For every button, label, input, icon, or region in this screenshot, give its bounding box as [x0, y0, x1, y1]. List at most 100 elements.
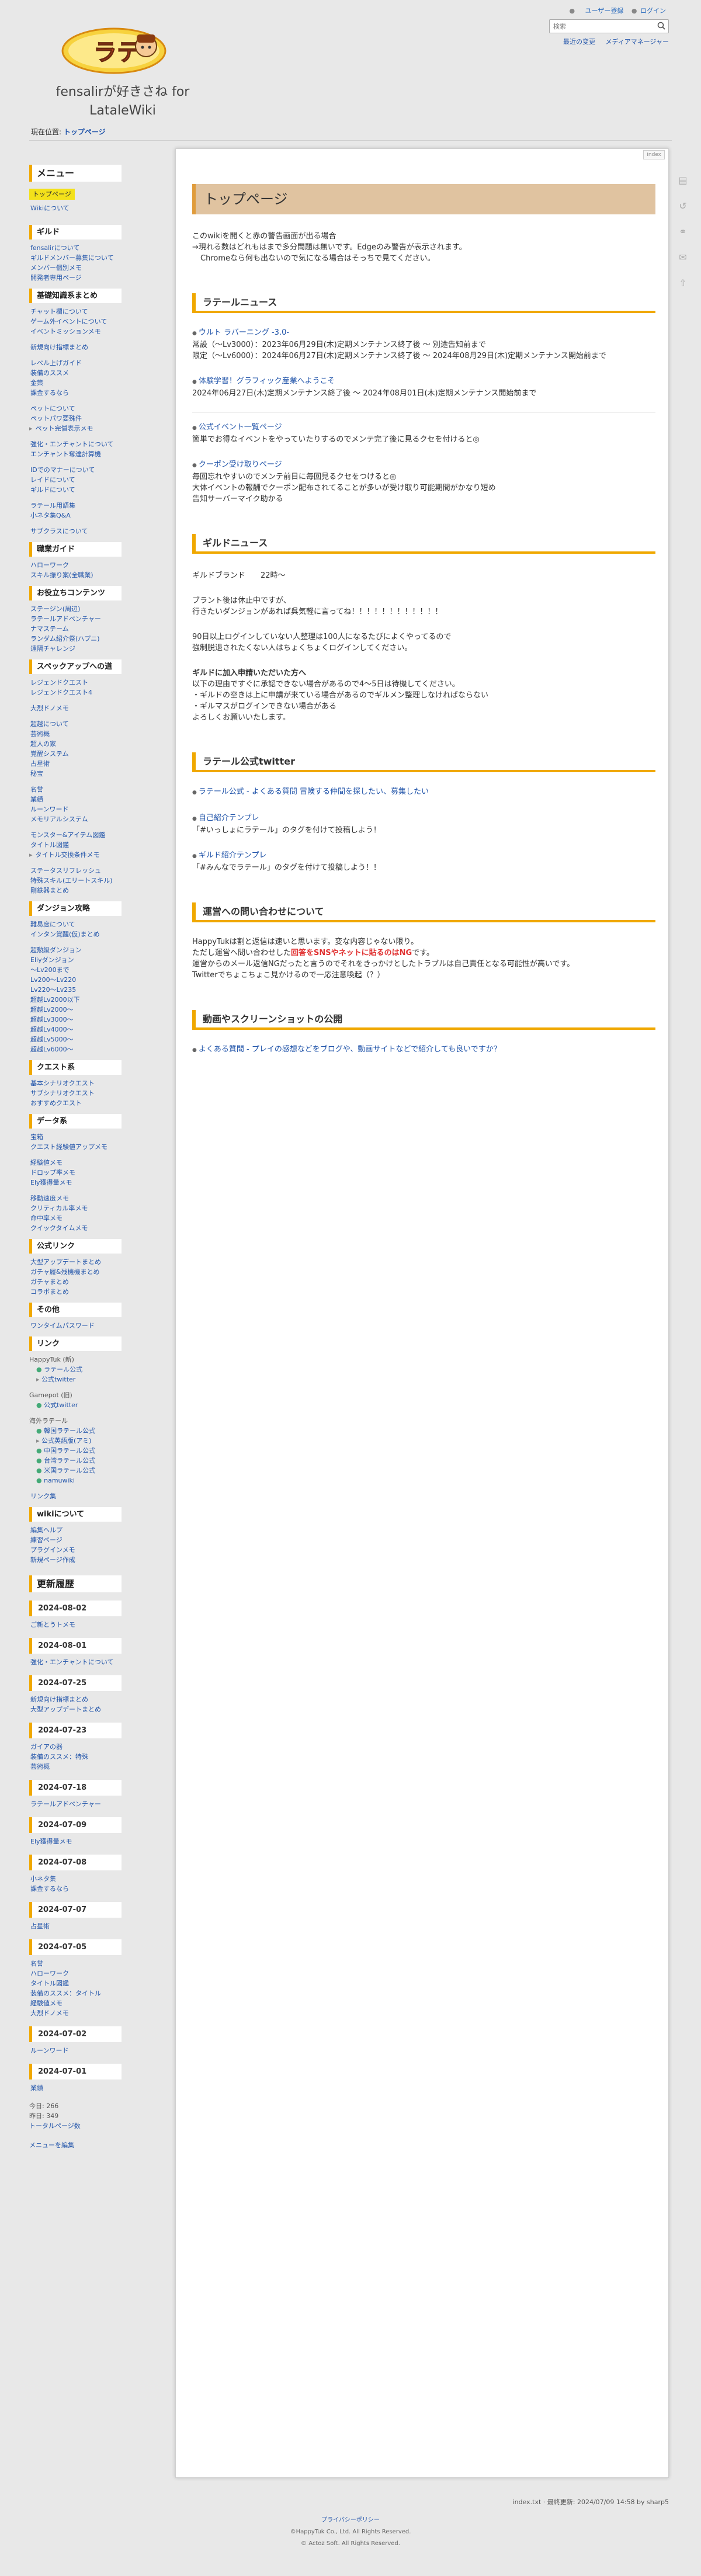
update-item[interactable]: ガイアの器	[29, 1742, 122, 1752]
sidebar-item[interactable]: ナマステーム	[29, 624, 122, 634]
sidebar-item[interactable]: モンスター&アイテム図鑑	[29, 830, 122, 840]
sidebar-item[interactable]: 剛鉄器まとめ	[29, 886, 122, 895]
sidebar-item[interactable]: Eliyダンジョン	[29, 955, 122, 965]
sidebar-item[interactable]: スキル振り案(全職業)	[29, 570, 122, 580]
update-item[interactable]: ハローワーク	[29, 1969, 122, 1978]
sidebar-item[interactable]: 大烈ドノメモ	[29, 703, 122, 713]
update-item[interactable]: 強化・エンチャントについて	[29, 1657, 122, 1667]
sidebar-item[interactable]: レベル上げガイド	[29, 358, 122, 368]
update-item[interactable]: 装備のススメ：タイトル	[29, 1988, 122, 1998]
update-item[interactable]: 大烈ドノメモ	[29, 2008, 122, 2018]
sidebar-item[interactable]: 覚醒システム	[29, 749, 122, 759]
sidebar-item[interactable]: 超人の家	[29, 739, 122, 749]
edit-menu-link[interactable]: メニューを編集	[29, 2141, 74, 2149]
sidebar-item[interactable]: ペット完償表示メモ	[34, 423, 95, 433]
history-icon[interactable]: ↺	[676, 200, 689, 213]
sidebar-item[interactable]: ギルドについて	[29, 485, 122, 495]
login-link[interactable]: ログイン	[640, 7, 666, 15]
update-item[interactable]: 課金するなら	[29, 1884, 122, 1894]
external-link[interactable]: namuwiki	[44, 1477, 75, 1484]
update-item[interactable]: ご新とうトメモ	[29, 1620, 122, 1630]
sidebar-item[interactable]: 超越Lv2000〜	[29, 1005, 122, 1015]
twitter-link[interactable]: 自己紹介テンプレ	[192, 813, 655, 825]
sidebar-item[interactable]: サブシナリオクエスト	[29, 1088, 122, 1098]
news-link[interactable]: ウルト ラバーニング -3.0-	[192, 327, 655, 339]
sidebar-item[interactable]: ギルドメンバー募集について	[29, 253, 122, 263]
update-item[interactable]: Ely獲得量メモ	[29, 1836, 122, 1846]
update-item[interactable]: ルーンワード	[29, 2046, 122, 2056]
video-faq-link[interactable]: よくある質問 - プレイの感想などをブログや、動画サイトなどで紹介しても良いです…	[192, 1044, 655, 1056]
subscribe-icon[interactable]: ✉	[676, 251, 689, 264]
search-input[interactable]	[550, 20, 655, 33]
external-link[interactable]: 中国ラテール公式	[44, 1447, 95, 1454]
counter-total-link[interactable]: トータルページ数	[29, 2122, 81, 2130]
sidebar-item[interactable]: 超越Lv4000〜	[29, 1025, 122, 1034]
sidebar-item[interactable]: インタン覚醒(仮)まとめ	[29, 929, 122, 939]
external-link[interactable]: 韓国ラテール公式	[44, 1427, 95, 1435]
update-item[interactable]: 新規向け指標まとめ	[29, 1695, 122, 1704]
sidebar-item[interactable]: レジェンドクエスト	[29, 678, 122, 688]
sidebar-item[interactable]: タイトル図鑑	[29, 840, 122, 850]
sidebar-item[interactable]: ゲーム外イベントについて	[29, 317, 122, 327]
sidebar-item[interactable]: 小ネタ集Q&A	[29, 511, 122, 520]
sidebar-item[interactable]: 名誉	[29, 784, 122, 794]
sidebar-item[interactable]: 超越Lv2000以下	[29, 995, 122, 1005]
chevron-right-icon[interactable]: ▸	[29, 850, 33, 860]
sidebar-item[interactable]: クリティカル率メモ	[29, 1203, 122, 1213]
sidebar-item[interactable]: 秘宝	[29, 769, 122, 779]
sidebar-item[interactable]: ペットについて	[29, 404, 122, 414]
update-item[interactable]: タイトル図鑑	[29, 1978, 122, 1988]
sidebar-item[interactable]: 超越Lv6000〜	[29, 1044, 122, 1054]
sidebar-item[interactable]: メンバー個別メモ	[29, 263, 122, 273]
sidebar-item[interactable]: 超越について	[29, 719, 122, 729]
external-link[interactable]: 台湾ラテール公式	[44, 1457, 95, 1464]
sidebar-item[interactable]: エンチャント奪達計算機	[29, 449, 122, 459]
sidebar-item[interactable]: 課金するなら	[29, 388, 122, 398]
site-title[interactable]: fensalirが好きさね for LataleWiki	[29, 83, 216, 120]
sidebar-item[interactable]: 宝箱	[29, 1132, 122, 1142]
external-link[interactable]: 米国ラテール公式	[44, 1467, 95, 1474]
update-item[interactable]: 小ネタ集	[29, 1874, 122, 1884]
sidebar-item[interactable]: レジェンドクエスト4	[29, 688, 122, 697]
update-item[interactable]: 装備のススメ：特殊	[29, 1752, 122, 1762]
backlink-icon[interactable]: ⚭	[676, 225, 689, 238]
sidebar-item[interactable]: ランダム紹介祭(ハプニ)	[29, 634, 122, 644]
sidebar-item[interactable]: ラテール用語集	[29, 501, 122, 511]
sidebar-item[interactable]: 編集ヘルプ	[29, 1525, 122, 1535]
sidebar-item[interactable]: プラグインメモ	[29, 1545, 122, 1555]
sidebar-item[interactable]: タイトル交換条件メモ	[34, 850, 101, 860]
recent-changes-link[interactable]: 最近の変更	[563, 38, 595, 46]
sidebar-item[interactable]: ガチャ履&残機機まとめ	[29, 1267, 122, 1277]
sidebar-item[interactable]: 練習ページ	[29, 1535, 122, 1545]
sidebar-item[interactable]: ペットパワ要殊件	[29, 414, 122, 423]
sidebar-item[interactable]: 金策	[29, 378, 122, 388]
twitter-link[interactable]: ラテール公式 - よくある質問 冒険する仲間を探したい、募集したい	[192, 786, 655, 799]
sidebar-item[interactable]: ラテールアドベンチャー	[29, 614, 122, 624]
external-link[interactable]: 公式twitter	[44, 1401, 78, 1409]
external-link[interactable]: 公式twitter	[41, 1376, 75, 1383]
sidebar-item[interactable]: fensalirについて	[29, 243, 122, 253]
sidebar-item[interactable]: ハローワーク	[29, 560, 122, 570]
search-icon[interactable]	[657, 22, 665, 34]
twitter-link[interactable]: ギルド紹介テンプレ	[192, 850, 655, 862]
sidebar-item[interactable]: 新規ページ作成	[29, 1555, 122, 1565]
news-link[interactable]: 体験学習！グラフィック産業へようこそ	[192, 376, 655, 388]
sidebar-item[interactable]: チャット欄について	[29, 307, 122, 317]
sidebar-item[interactable]: サブクラスについて	[29, 526, 122, 536]
news-link[interactable]: クーポン受け取りページ	[192, 459, 655, 471]
chevron-right-icon[interactable]: ▸	[29, 423, 33, 433]
update-item[interactable]: 大型アップデートまとめ	[29, 1704, 122, 1714]
sidebar-item[interactable]: ステージン(周辺)	[29, 604, 122, 614]
chevron-right-icon[interactable]: ▸	[36, 1437, 40, 1445]
sidebar-item[interactable]: 芸術概	[29, 729, 122, 739]
update-item[interactable]: 占星術	[29, 1921, 122, 1931]
sidebar-item[interactable]: Ely獲得量メモ	[29, 1178, 122, 1188]
sidebar-item[interactable]: 超勲級ダンジョン	[29, 945, 122, 955]
sidebar-item[interactable]: リンク集	[29, 1491, 122, 1501]
update-item[interactable]: 経験値メモ	[29, 1998, 122, 2008]
sidebar-item[interactable]: ガチャまとめ	[29, 1277, 122, 1287]
sidebar-item[interactable]: おすすめクエスト	[29, 1098, 122, 1108]
sidebar-item[interactable]: 占星術	[29, 759, 122, 769]
update-item[interactable]: 名誉	[29, 1959, 122, 1969]
media-manager-link[interactable]: メディアマネージャー	[606, 38, 669, 46]
